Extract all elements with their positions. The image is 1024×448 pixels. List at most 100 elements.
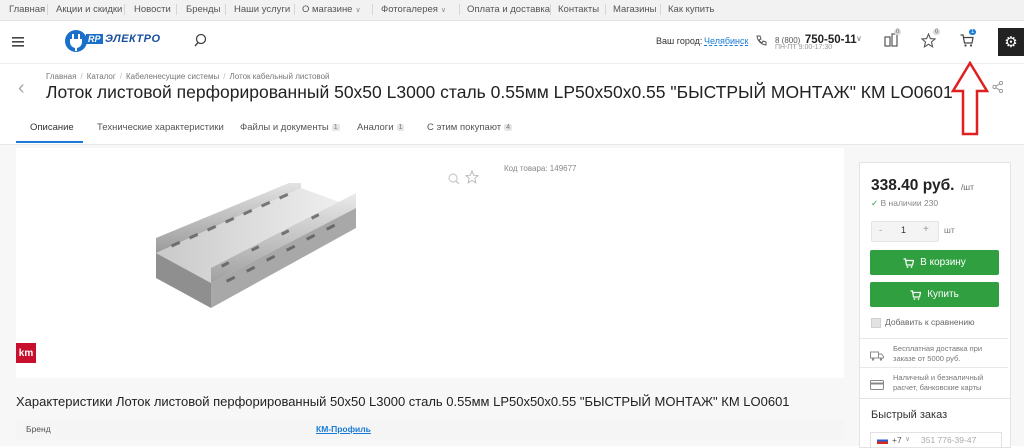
breadcrumb-sheet-tray[interactable]: Лоток кабельный листовой — [229, 72, 329, 81]
share-icon[interactable] — [992, 80, 1004, 94]
product-gallery: Код товара: 149677 km — [16, 148, 844, 378]
price-unit: /шт — [960, 182, 975, 192]
topnav-home[interactable]: Главная — [9, 4, 45, 15]
tab-specifications[interactable]: Технические характеристики — [97, 122, 224, 133]
hamburger-menu-icon[interactable] — [12, 34, 24, 47]
tab-bought-together-label: С этим покупают — [427, 122, 502, 133]
topnav-services[interactable]: Наши услуги — [234, 4, 290, 15]
compare-count-badge: 0 — [894, 29, 902, 35]
topnav-payment-delivery[interactable]: Оплата и доставка — [467, 4, 550, 15]
topnav-stores[interactable]: Магазины — [613, 4, 656, 15]
delivery-info: Бесплатная доставка при заказе от 5000 р… — [893, 344, 983, 363]
topnav-about-dropdown[interactable]: О магазине ∨ — [302, 4, 361, 15]
tab-analogs-label: Аналоги — [357, 122, 394, 133]
breadcrumb-home[interactable]: Главная — [46, 72, 76, 81]
credit-card-icon — [870, 377, 884, 390]
active-tab-indicator — [16, 141, 83, 143]
settings-button[interactable]: ⚙ — [998, 28, 1024, 56]
stock-text: В наличии 230 — [880, 198, 939, 208]
breadcrumb-cable-systems[interactable]: Кабеленесущие системы — [126, 72, 219, 81]
topnav-separator — [47, 4, 48, 15]
chevron-down-icon[interactable]: ∨ — [905, 435, 910, 443]
back-arrow-icon[interactable]: ‹ — [18, 78, 25, 98]
topnav-how-to-buy[interactable]: Как купить — [668, 4, 714, 15]
brand-logo[interactable]: km — [16, 343, 36, 363]
topnav-promotions[interactable]: Акции и скидки — [56, 4, 122, 15]
topnav-separator — [124, 4, 125, 15]
quantity-stepper: - 1 + — [871, 221, 939, 242]
site-logo[interactable]: RP ЭЛЕКТРО — [64, 28, 164, 54]
phone-hours: ПН-ПТ 9:00-17:30 — [775, 44, 833, 51]
compare-icon — [884, 33, 898, 47]
city-selector[interactable]: Челябинск — [704, 36, 748, 46]
buy-now-label: Купить — [927, 289, 959, 300]
topnav-separator — [372, 4, 373, 15]
compare-button[interactable]: 0 — [884, 29, 902, 49]
city-label: Ваш город: — [656, 36, 703, 46]
topnav-separator — [294, 4, 295, 15]
breadcrumb: Главная / Каталог / Кабеленесущие системы / Ло… — [46, 72, 330, 81]
search-icon[interactable] — [194, 33, 208, 47]
cart-button[interactable]: 1 — [960, 29, 977, 50]
logo-text: ЭЛЕКТРО — [105, 33, 161, 45]
cart-icon — [960, 34, 974, 47]
compare-checkbox[interactable] — [871, 318, 881, 328]
phone-input[interactable]: 351 776-39-47 — [921, 435, 976, 445]
logo-badge: RP — [86, 34, 103, 44]
zoom-icon[interactable] — [448, 172, 460, 185]
topnav-separator — [660, 4, 661, 15]
gear-icon: ⚙ — [1004, 34, 1018, 51]
tab-count-badge: 4 — [504, 124, 513, 131]
chevron-down-icon: ∨ — [440, 7, 447, 14]
price: 338.40 руб. /шт — [871, 177, 974, 195]
russia-flag-icon — [877, 437, 888, 444]
check-icon: ✓ — [871, 198, 879, 208]
topnav-news[interactable]: Новости — [134, 4, 171, 15]
quantity-input[interactable]: 1 — [901, 225, 906, 235]
phone-icon — [755, 34, 767, 46]
tab-files-label: Файлы и документы — [240, 122, 329, 133]
tab-count-badge: 1 — [331, 124, 340, 131]
topnav-separator — [176, 4, 177, 15]
quantity-increase-button[interactable]: + — [923, 224, 929, 235]
product-image[interactable] — [151, 183, 371, 308]
tab-count-badge: 1 — [396, 124, 405, 131]
cart-icon — [910, 289, 922, 300]
quick-order-title: Быстрый заказ — [871, 409, 948, 421]
topnav-separator — [459, 4, 460, 15]
chevron-down-icon: ∨ — [355, 7, 361, 14]
topnav-contacts[interactable]: Контакты — [558, 4, 599, 15]
product-code: Код товара: 149677 — [504, 164, 577, 173]
tab-bought-together[interactable]: С этим покупают 4 — [427, 122, 513, 133]
tab-description[interactable]: Описание — [30, 122, 74, 133]
tab-files[interactable]: Файлы и документы 1 — [240, 122, 340, 133]
divider — [860, 338, 1008, 339]
plug-logo-icon — [65, 30, 87, 52]
star-icon[interactable] — [464, 169, 480, 184]
favorites-count-badge: 0 — [933, 29, 941, 35]
favorites-button[interactable]: 0 — [920, 29, 941, 49]
topnav-about-label: О магазине — [302, 4, 353, 15]
topnav-separator — [605, 4, 606, 15]
topnav-gallery-label: Фотогалерея — [381, 4, 438, 15]
buy-now-button[interactable]: Купить — [870, 282, 999, 307]
table-row: Бренд КМ-Профиль — [16, 419, 844, 439]
topnav-gallery-dropdown[interactable]: Фотогалерея ∨ — [381, 4, 446, 15]
breadcrumb-separator: / — [223, 72, 226, 81]
brand-logo-text: km — [18, 347, 34, 359]
topnav-brands[interactable]: Бренды — [186, 4, 220, 15]
cart-icon — [903, 257, 915, 268]
tab-analogs[interactable]: Аналоги 1 — [357, 122, 405, 133]
payment-info: Наличный и безналичный расчет, банковски… — [893, 373, 984, 392]
phone-country-code[interactable]: +7 — [892, 435, 902, 445]
price-value: 338.40 руб. — [871, 177, 955, 194]
divider — [860, 367, 1008, 368]
breadcrumb-catalog[interactable]: Каталог — [87, 72, 116, 81]
top-navigation: Главная Акции и скидки Новости Бренды На… — [0, 0, 1024, 21]
chevron-down-icon[interactable]: ∨ — [856, 34, 862, 43]
brand-link[interactable]: КМ-Профиль — [316, 424, 371, 434]
quantity-decrease-button[interactable]: - — [879, 225, 882, 235]
add-to-cart-button[interactable]: В корзину — [870, 250, 999, 275]
quick-order-phone-field[interactable]: +7 ∨ 351 776-39-47 — [870, 432, 1002, 447]
topnav-separator — [550, 4, 551, 15]
